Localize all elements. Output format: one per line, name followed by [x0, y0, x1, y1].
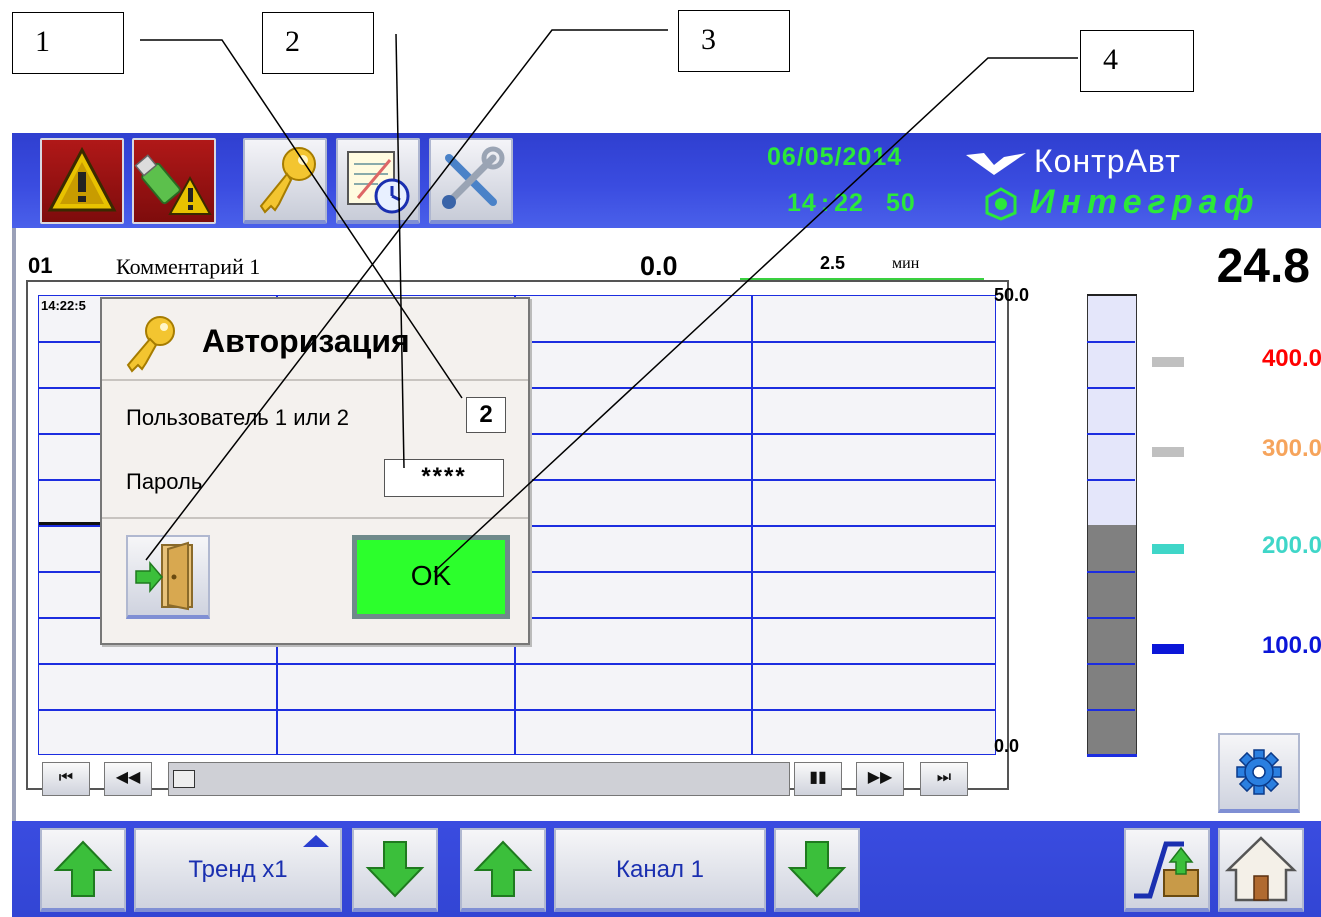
trend-mode-label: Тренд x1	[188, 856, 288, 883]
exit-door-icon	[135, 541, 193, 611]
time-display: 14:22 50	[787, 189, 916, 218]
channel-down-button[interactable]	[774, 828, 860, 912]
time-scale-unit: мин	[892, 255, 920, 272]
current-value: 24.8	[1216, 240, 1310, 293]
grid-hline	[39, 709, 995, 711]
bar-tick	[1087, 433, 1135, 435]
bar-tick	[1087, 617, 1135, 619]
exit-button[interactable]	[126, 535, 210, 619]
gear-icon	[1236, 749, 1282, 795]
time-minutes: 22	[834, 189, 864, 217]
time-hours: 14	[787, 189, 817, 217]
time-scale-value: 2.5	[820, 253, 846, 273]
tools-icon	[442, 146, 505, 209]
bottom-bar: Тренд x1 Канал 1	[12, 821, 1321, 917]
usb-warning-icon	[134, 154, 212, 215]
password-label: Пароль	[126, 469, 203, 494]
level-100: 100.0	[1261, 632, 1321, 659]
authorization-dialog: Авторизация Пользователь 1 или 2 2 Парол…	[100, 297, 530, 645]
ok-label: OK	[410, 560, 452, 591]
bar-tick	[1087, 387, 1135, 389]
channel-number: 01	[28, 253, 53, 278]
date-display: 06/05/2014	[767, 143, 903, 171]
user-label: Пользователь 1 или 2	[126, 405, 349, 430]
alarm-button[interactable]	[40, 138, 124, 224]
level-300: 300.0	[1261, 435, 1321, 462]
axis-top-label: 50.0	[994, 285, 1030, 305]
triangle-up-icon	[303, 835, 329, 847]
settings-tools-button[interactable]	[429, 138, 513, 224]
bar-tick	[1087, 341, 1135, 343]
level-swatch-200	[1152, 544, 1184, 554]
go-first-button[interactable]: ⏮	[42, 762, 90, 796]
home-button[interactable]	[1218, 828, 1304, 912]
pause-button[interactable]: ▮▮	[794, 762, 842, 796]
history-scrollbar[interactable]	[168, 762, 790, 796]
axis-bottom-label: 0.0	[994, 736, 1020, 756]
channel-settings-button[interactable]	[1218, 733, 1300, 813]
kontravt-logo-icon	[966, 153, 1026, 175]
journal-button[interactable]	[336, 138, 420, 224]
callout-4: 4	[1080, 30, 1194, 92]
callout-3: 3	[678, 10, 790, 72]
dialog-divider	[102, 379, 528, 381]
arrow-up-icon	[473, 840, 533, 897]
dialog-title: Авторизация	[202, 323, 410, 359]
scroll-thumb[interactable]	[173, 770, 195, 788]
level-bar-top	[1087, 294, 1137, 296]
dialog-key-icon	[126, 316, 175, 373]
trend-up-button[interactable]	[40, 828, 126, 912]
go-last-button[interactable]: ⏭	[920, 762, 968, 796]
forward-button[interactable]: ▶▶	[856, 762, 904, 796]
trend-line	[39, 522, 101, 525]
arrow-up-icon	[53, 840, 113, 897]
channel-up-button[interactable]	[460, 828, 546, 912]
level-swatch-400	[1152, 357, 1184, 367]
notepad-clock-icon	[347, 151, 410, 214]
bar-tick	[1087, 479, 1135, 481]
key-icon	[259, 147, 316, 214]
chart-time-label: 14:22:5	[41, 298, 86, 313]
export-trend-button[interactable]	[1124, 828, 1210, 912]
usb-warning-button[interactable]	[132, 138, 216, 224]
authorization-button[interactable]	[243, 138, 327, 224]
user-number-field[interactable]: 2	[466, 397, 506, 433]
home-icon	[1224, 836, 1298, 902]
bar-tick	[1087, 709, 1135, 711]
level-swatch-300	[1152, 447, 1184, 457]
top-bar: 06/05/2014 14:22 50 КонтрАвт Интеграф	[12, 133, 1321, 228]
level-swatch-100	[1152, 644, 1184, 654]
arrow-down-icon	[787, 841, 847, 898]
callout-1: 1	[12, 12, 124, 74]
level-bar	[1087, 295, 1137, 755]
time-separator: :	[820, 189, 831, 217]
bar-tick	[1087, 663, 1135, 665]
bar-tick	[1087, 571, 1135, 573]
trend-export-icon	[1134, 841, 1199, 899]
password-field[interactable]: ****	[384, 459, 504, 497]
integraf-logo-icon	[985, 187, 1017, 221]
channel-comment: Комментарий 1	[116, 254, 261, 279]
channel-select-label: Канал 1	[616, 856, 704, 883]
channel-value-left: 0.0	[640, 251, 678, 281]
dialog-divider-bottom	[102, 517, 528, 519]
trend-mode-button[interactable]: Тренд x1	[134, 828, 342, 912]
level-bar-fill	[1088, 525, 1136, 755]
alarm-warning-icon	[47, 146, 117, 212]
grid-hline	[39, 663, 995, 665]
level-400: 400.0	[1261, 345, 1321, 372]
brand-name: КонтрАвт	[1034, 143, 1181, 179]
channel-select-button[interactable]: Канал 1	[554, 828, 766, 912]
product-name: Интеграф	[1030, 183, 1260, 221]
rewind-button[interactable]: ◀◀	[104, 762, 152, 796]
hmi-screen: 06/05/2014 14:22 50 КонтрАвт Интеграф 01 …	[12, 133, 1321, 917]
time-seconds: 50	[885, 189, 916, 217]
arrow-down-icon	[365, 841, 425, 898]
callout-2: 2	[262, 12, 374, 74]
ok-button[interactable]: OK	[352, 535, 510, 619]
level-bar-bottom	[1087, 754, 1137, 757]
trend-down-button[interactable]	[352, 828, 438, 912]
level-200: 200.0	[1261, 532, 1321, 559]
